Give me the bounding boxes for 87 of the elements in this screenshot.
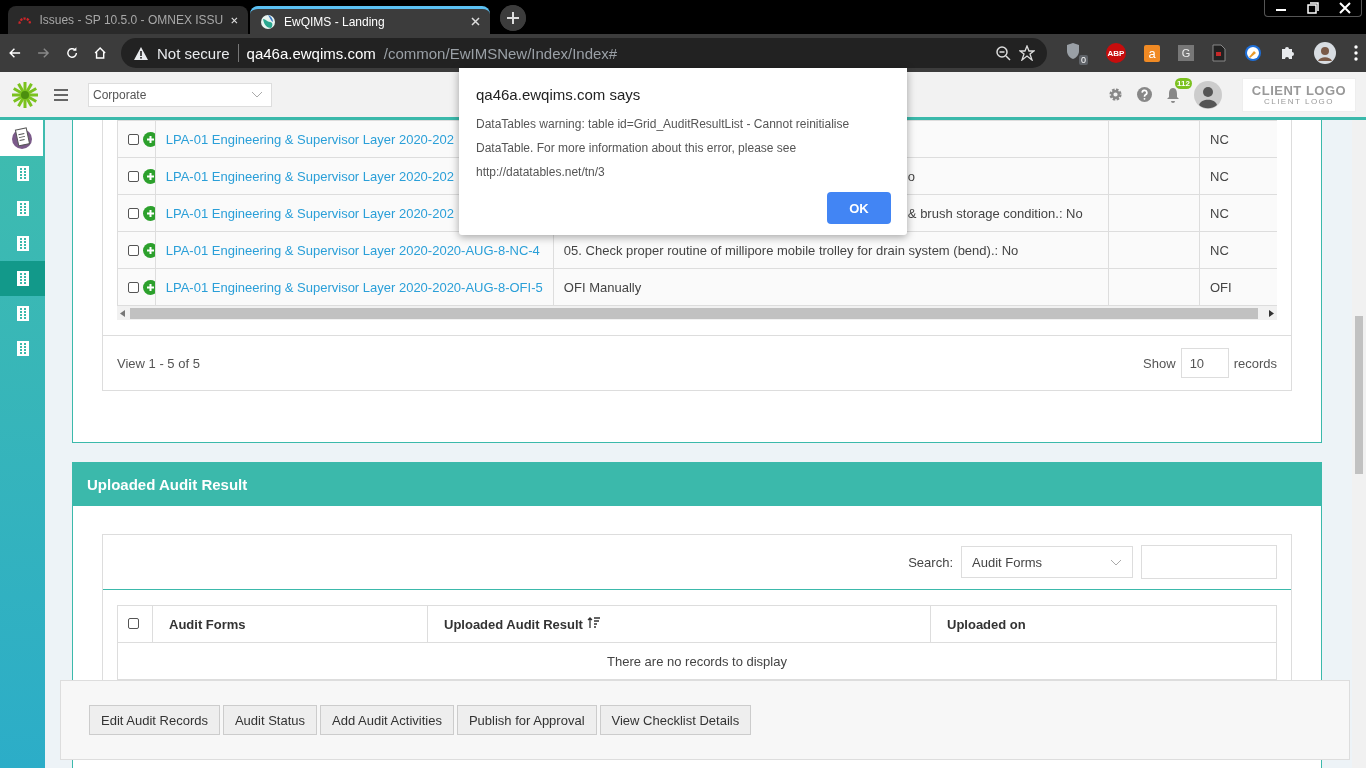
select-all-checkbox[interactable] (128, 617, 139, 629)
building-icon (16, 271, 29, 286)
zoom-out-icon[interactable] (995, 45, 1011, 61)
search-label: Search: (908, 554, 953, 570)
checkbox[interactable] (128, 282, 139, 294)
building-icon (16, 341, 29, 356)
table-cell: OFI Manually (563, 279, 642, 295)
warning-icon (133, 45, 149, 61)
table-cell: NC (1210, 131, 1229, 147)
url-host: qa46a.ewqims.com (246, 44, 376, 62)
unit-dropdown[interactable]: Corporate (88, 82, 272, 107)
action-button[interactable]: Add Audit Activities (320, 705, 454, 735)
logo-text: CLIENT LOGO (1251, 83, 1347, 97)
checkbox[interactable] (128, 208, 139, 220)
help-icon[interactable] (1137, 87, 1152, 102)
records-label: records (1233, 355, 1277, 371)
column-header[interactable]: Uploaded Audit Result (444, 616, 583, 632)
checkbox[interactable] (128, 171, 139, 183)
star-icon[interactable] (1019, 45, 1035, 61)
table-cell: & brush storage condition.: No (907, 205, 1083, 221)
column-header[interactable]: Uploaded on (947, 616, 1026, 632)
browser-tab[interactable]: Issues - SP 10.5.0 - OMNEX ISSU (8, 6, 248, 34)
sunburst-logo[interactable] (10, 79, 40, 110)
browser-tab[interactable]: EwQIMS - Landing (250, 6, 490, 34)
table-cell: NC (1210, 168, 1229, 184)
security-label: Not secure (157, 44, 230, 62)
sort-icon[interactable] (586, 616, 600, 629)
logo-subtext: CLIENT LOGO (1263, 96, 1335, 106)
search-column-dropdown[interactable]: Audit Forms (961, 546, 1133, 578)
chevron-icon (1110, 558, 1122, 566)
building-icon (16, 201, 29, 216)
table-cell: 05. Check proper routine of millipore mobile trolley for drain system (bend).: No (563, 242, 1019, 258)
chevron-icon (251, 91, 263, 98)
action-button[interactable]: Audit Status (222, 705, 318, 735)
brush-icon[interactable] (1244, 44, 1262, 62)
document-icon[interactable] (1212, 44, 1226, 62)
dialog-title: qa46a.ewqims.com says (476, 86, 642, 103)
action-button[interactable]: Edit Audit Records (89, 705, 220, 735)
scroll-right-icon[interactable] (1269, 309, 1274, 317)
show-label: Show (1143, 355, 1176, 371)
address-bar[interactable]: Not secure qa46a.ewqims.com /common/EwIMSNew/Index/Index# (121, 38, 1047, 68)
expand-icon[interactable] (143, 280, 155, 296)
arc-icon (18, 14, 32, 26)
building-icon (16, 166, 29, 181)
expand-icon[interactable] (143, 132, 155, 148)
search-field[interactable] (1141, 545, 1277, 579)
extensions-icon[interactable] (1280, 45, 1296, 61)
adblock-icon[interactable]: ABP (1106, 43, 1126, 63)
table-cell: OFI (1210, 279, 1232, 295)
vertical-scrollbar[interactable] (1352, 120, 1366, 768)
expand-icon[interactable] (143, 243, 155, 259)
horizontal-scrollbar[interactable] (117, 306, 1277, 320)
new-tab-button[interactable] (500, 5, 526, 31)
g-extension-icon[interactable]: G (1178, 45, 1194, 61)
page-size-field[interactable]: 10 (1180, 348, 1229, 378)
ok-button[interactable]: OK (827, 192, 891, 224)
building-icon (16, 306, 29, 321)
panel-header: Uploaded Audit Result (73, 463, 1321, 506)
scroll-left-icon[interactable] (120, 309, 125, 317)
checkbox[interactable] (128, 134, 139, 146)
settings-icon[interactable] (1108, 87, 1123, 102)
close-icon[interactable] (471, 17, 480, 26)
close-icon[interactable] (231, 15, 238, 25)
dialog-message: DataTables warning: table id=Grid_AuditResultList - Cannot reinitialise DataTable. For more information about this error, please see http://datatables.net/tn/3 (476, 116, 851, 181)
action-button[interactable]: View Checklist Details (599, 705, 752, 735)
profile-avatar[interactable] (1314, 42, 1336, 64)
column-header[interactable]: Audit Forms (169, 616, 246, 632)
table-cell: NC (1210, 242, 1229, 258)
page-info: View 1 - 5 of 5 (117, 355, 200, 371)
user-avatar[interactable] (1194, 80, 1222, 109)
action-button[interactable]: Publish for Approval (456, 705, 597, 735)
menu-icon[interactable] (1354, 45, 1358, 61)
sidebar-item[interactable] (0, 120, 43, 156)
checkbox[interactable] (128, 245, 139, 257)
sidebar-item[interactable] (0, 261, 45, 296)
table-cell: NC (1210, 205, 1229, 221)
table-cell: o (907, 168, 916, 184)
empty-message: There are no records to display (607, 653, 787, 669)
expand-icon[interactable] (143, 169, 155, 185)
clipboard-icon (10, 126, 33, 150)
notification-bell[interactable] (1166, 86, 1180, 103)
menu-icon[interactable] (54, 88, 68, 101)
building-icon (16, 236, 29, 251)
url-path: /common/EwIMSNew/Index/Index# (383, 44, 619, 62)
globe-icon (260, 13, 276, 30)
expand-icon[interactable] (143, 206, 155, 222)
notification-badge: 112 (1175, 77, 1192, 89)
